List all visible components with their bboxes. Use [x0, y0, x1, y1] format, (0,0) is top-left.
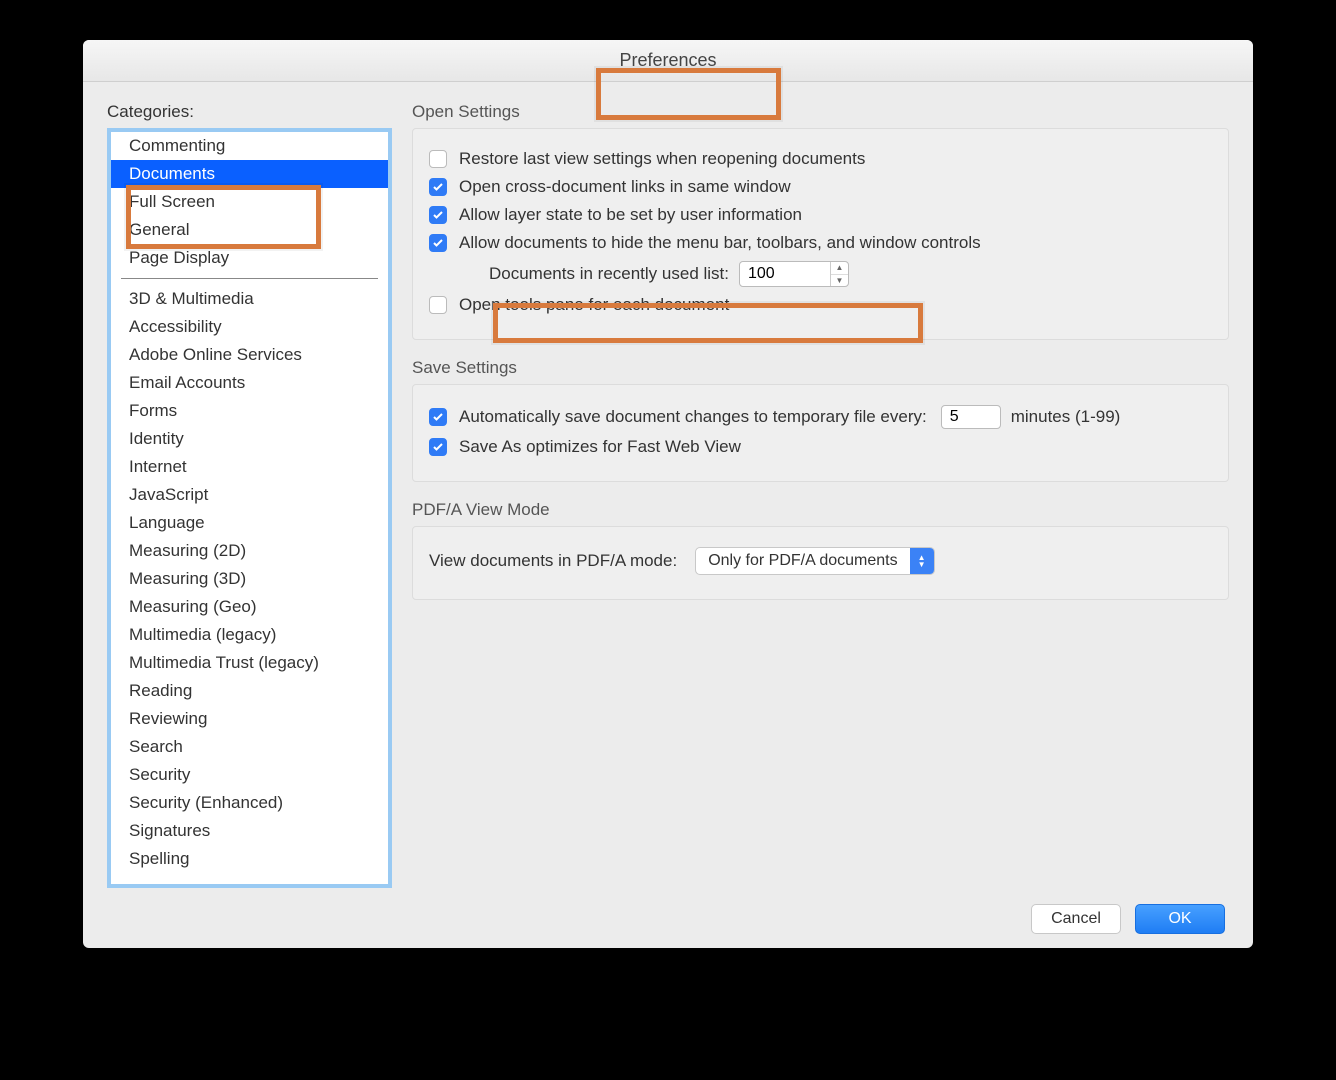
category-identity[interactable]: Identity [111, 425, 388, 453]
category-accessibility[interactable]: Accessibility [111, 313, 388, 341]
category-security-enhanced-[interactable]: Security (Enhanced) [111, 789, 388, 817]
label-pdfa-mode: View documents in PDF/A mode: [429, 551, 677, 571]
preferences-window: Preferences Categories: CommentingDocume… [83, 40, 1253, 948]
titlebar: Preferences [83, 40, 1253, 82]
categories-list[interactable]: CommentingDocumentsFull ScreenGeneralPag… [107, 128, 392, 888]
section-save-title: Save Settings [412, 358, 1229, 378]
checkbox-autosave[interactable] [429, 408, 447, 426]
section-open: Restore last view settings when reopenin… [412, 128, 1229, 340]
category-divider [121, 278, 378, 279]
category-measuring-3d-[interactable]: Measuring (3D) [111, 565, 388, 593]
stepper-down-icon[interactable]: ▼ [831, 275, 848, 287]
checkbox-tools-pane[interactable] [429, 296, 447, 314]
category-measuring-2d-[interactable]: Measuring (2D) [111, 537, 388, 565]
section-pdfa-title: PDF/A View Mode [412, 500, 1229, 520]
stepper-up-icon[interactable]: ▲ [831, 262, 848, 275]
category-general[interactable]: General [111, 216, 388, 244]
category-measuring-geo-[interactable]: Measuring (Geo) [111, 593, 388, 621]
category-full-screen[interactable]: Full Screen [111, 188, 388, 216]
category-internet[interactable]: Internet [111, 453, 388, 481]
recent-docs-input[interactable] [740, 262, 830, 286]
categories-label: Categories: [107, 102, 392, 122]
ok-button[interactable]: OK [1135, 904, 1225, 934]
checkbox-fast-web[interactable] [429, 438, 447, 456]
label-autosave: Automatically save document changes to t… [459, 407, 927, 427]
category-spelling[interactable]: Spelling [111, 845, 388, 873]
category-reviewing[interactable]: Reviewing [111, 705, 388, 733]
section-pdfa: View documents in PDF/A mode: Only for P… [412, 526, 1229, 600]
category-search[interactable]: Search [111, 733, 388, 761]
section-open-title: Open Settings [412, 102, 1229, 122]
label-restore-view: Restore last view settings when reopenin… [459, 149, 865, 169]
label-hide-menu: Allow documents to hide the menu bar, to… [459, 233, 981, 253]
category-javascript[interactable]: JavaScript [111, 481, 388, 509]
autosave-minutes-input[interactable] [941, 405, 1001, 429]
category-multimedia-trust-legacy-[interactable]: Multimedia Trust (legacy) [111, 649, 388, 677]
pdfa-mode-value: Only for PDF/A documents [696, 552, 909, 570]
category-signatures[interactable]: Signatures [111, 817, 388, 845]
checkbox-restore-view[interactable] [429, 150, 447, 168]
category-forms[interactable]: Forms [111, 397, 388, 425]
recent-docs-stepper[interactable]: ▲ ▼ [739, 261, 849, 287]
category-commenting[interactable]: Commenting [111, 132, 388, 160]
pdfa-mode-select[interactable]: Only for PDF/A documents ▲▼ [695, 547, 934, 575]
label-recent-docs: Documents in recently used list: [489, 264, 729, 284]
category-security[interactable]: Security [111, 761, 388, 789]
category-page-display[interactable]: Page Display [111, 244, 388, 272]
category-reading[interactable]: Reading [111, 677, 388, 705]
cancel-button[interactable]: Cancel [1031, 904, 1121, 934]
label-autosave-suffix: minutes (1-99) [1011, 407, 1121, 427]
label-tools-pane: Open tools pane for each document [459, 295, 729, 315]
checkbox-layer-state[interactable] [429, 206, 447, 224]
label-cross-links: Open cross-document links in same window [459, 177, 791, 197]
checkbox-cross-links[interactable] [429, 178, 447, 196]
section-save: Automatically save document changes to t… [412, 384, 1229, 482]
category-multimedia-legacy-[interactable]: Multimedia (legacy) [111, 621, 388, 649]
category-adobe-online-services[interactable]: Adobe Online Services [111, 341, 388, 369]
checkbox-hide-menu[interactable] [429, 234, 447, 252]
category-email-accounts[interactable]: Email Accounts [111, 369, 388, 397]
label-fast-web: Save As optimizes for Fast Web View [459, 437, 741, 457]
label-layer-state: Allow layer state to be set by user info… [459, 205, 802, 225]
select-arrows-icon: ▲▼ [910, 548, 934, 574]
category-language[interactable]: Language [111, 509, 388, 537]
category-3d-multimedia[interactable]: 3D & Multimedia [111, 285, 388, 313]
window-title: Preferences [619, 50, 716, 71]
category-documents[interactable]: Documents [111, 160, 388, 188]
